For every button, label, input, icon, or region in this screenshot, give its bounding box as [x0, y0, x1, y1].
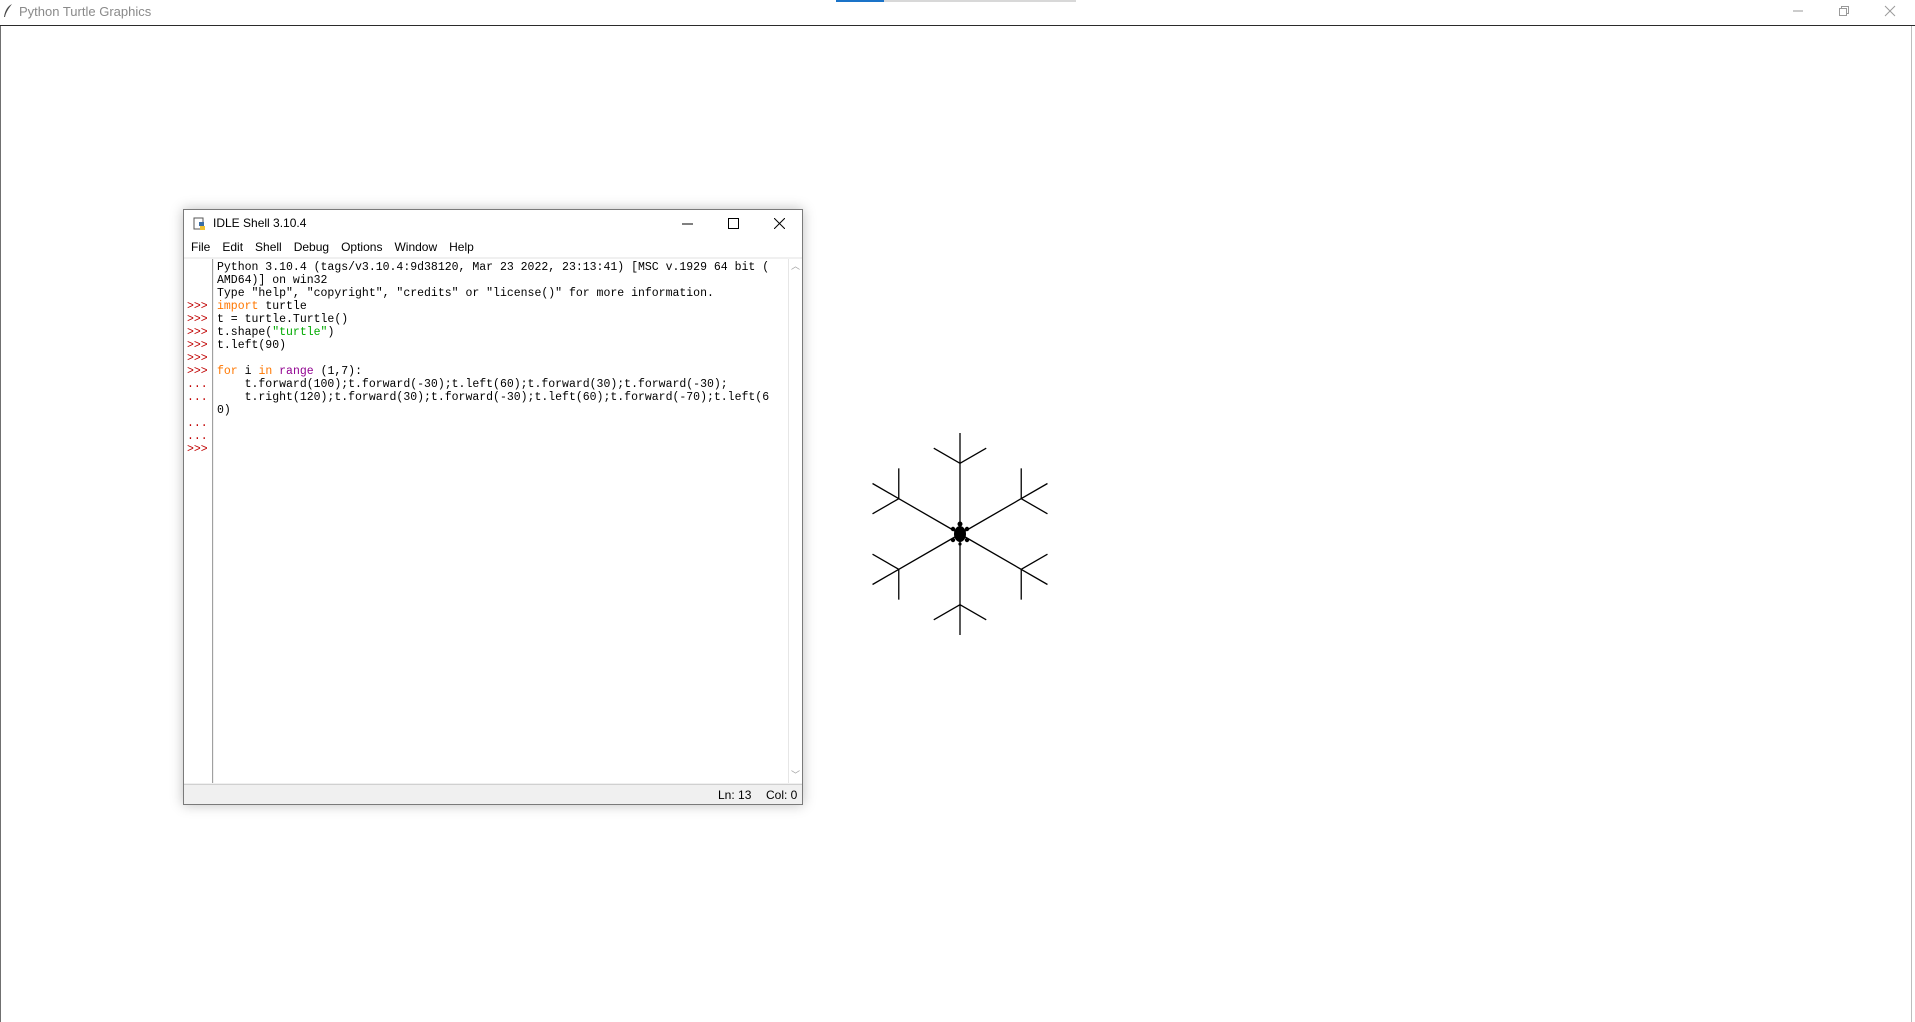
status-col: Col: 0: [766, 788, 798, 802]
shell-line: t.right(120);t.forward(30);t.forward(-30…: [217, 391, 770, 404]
restore-icon: [1839, 6, 1849, 16]
snowflake-stroke: [959, 533, 1048, 586]
title-progress-fill: [836, 0, 884, 2]
idle-close-button[interactable]: [756, 210, 802, 237]
shell-line: t = turtle.Turtle(): [217, 313, 349, 326]
scroll-up-icon[interactable]: ︿: [791, 262, 800, 271]
shell-prompt: >>>: [187, 326, 208, 339]
turtle-window-titlebar[interactable]: Python Turtle Graphics: [0, 0, 1915, 26]
title-progress-bar: [836, 0, 1076, 2]
shell-line: t.left(90): [217, 339, 287, 352]
turtle-cursor-icon: [950, 521, 970, 546]
minimize-button[interactable]: [1776, 0, 1820, 22]
idle-window-title: IDLE Shell 3.10.4: [213, 216, 307, 230]
shell-prompt: >>>: [187, 365, 208, 378]
idle-titlebar[interactable]: IDLE Shell 3.10.4: [184, 210, 802, 237]
shell-prompt: >>>: [187, 339, 208, 352]
minimize-icon: [1793, 10, 1803, 12]
snowflake-stroke: [959, 482, 1048, 535]
shell-line: AMD64)] on win32: [217, 274, 328, 287]
shell-prompt: ...: [187, 391, 208, 404]
menu-help[interactable]: Help: [443, 237, 480, 257]
shell-prompt: >>>: [187, 352, 208, 365]
menu-options[interactable]: Options: [335, 237, 388, 257]
menu-debug[interactable]: Debug: [288, 237, 335, 257]
minimize-icon: [681, 223, 693, 225]
idle-menubar: File Edit Shell Debug Options Window Hel…: [184, 237, 802, 257]
close-button[interactable]: [1868, 0, 1912, 22]
snowflake-stroke: [933, 604, 961, 621]
snowflake-stroke: [872, 533, 961, 586]
shell-line: Type "help", "copyright", "credits" or "…: [217, 287, 714, 300]
shell-line: t.forward(100);t.forward(-30);t.left(60)…: [217, 378, 728, 391]
feather-icon: [4, 4, 12, 17]
menu-edit[interactable]: Edit: [216, 237, 249, 257]
shell-line: import turtle: [217, 300, 307, 313]
python-idle-icon: [193, 217, 205, 230]
snowflake-stroke: [872, 482, 961, 535]
shell-line: Python 3.10.4 (tags/v3.10.4:9d38120, Mar…: [217, 261, 770, 274]
snowflake-stroke: [959, 604, 987, 621]
turtle-window-title: Python Turtle Graphics: [19, 4, 152, 19]
vertical-scrollbar[interactable]: ︿ ﹀: [788, 259, 802, 783]
menu-file[interactable]: File: [184, 237, 216, 257]
menu-window[interactable]: Window: [388, 237, 443, 257]
status-line: Ln: 13: [718, 788, 752, 802]
maximize-icon: [727, 218, 739, 229]
snowflake-stroke: [1020, 498, 1048, 515]
shell-prompt: >>>: [187, 313, 208, 326]
shell-line: for i in range (1,7):: [217, 365, 362, 378]
snowflake-stroke: [1020, 553, 1048, 570]
idle-minimize-button[interactable]: [664, 210, 710, 237]
snowflake-stroke: [872, 498, 900, 515]
shell-prompt: >>>: [187, 443, 208, 456]
shell-prompt: ...: [187, 378, 208, 391]
snowflake-stroke: [872, 553, 900, 570]
close-icon: [773, 218, 785, 229]
shell-prompt: >>>: [187, 300, 208, 313]
restore-button[interactable]: [1822, 0, 1866, 22]
shell-line: t.shape("turtle"): [217, 326, 335, 339]
shell-prompt: ...: [187, 417, 208, 430]
prompt-gutter: >>> >>> >>> >>> >>> >>>............ >>>: [184, 259, 213, 783]
idle-shell-window[interactable]: IDLE Shell 3.10.4 File Edit Shell Debug …: [183, 209, 803, 805]
shell-text-area[interactable]: Python 3.10.4 (tags/v3.10.4:9d38120, Mar…: [214, 259, 788, 783]
idle-statusbar: Ln: 13 Col: 0: [184, 784, 802, 804]
scroll-down-icon[interactable]: ﹀: [791, 771, 800, 780]
idle-maximize-button[interactable]: [710, 210, 756, 237]
shell-line: 0): [217, 404, 231, 417]
menu-shell[interactable]: Shell: [249, 237, 288, 257]
snowflake-stroke: [933, 447, 961, 464]
window-right-border: [1911, 26, 1912, 1022]
snowflake-stroke: [959, 447, 987, 464]
shell-prompt: ...: [187, 430, 208, 443]
close-icon: [1884, 5, 1896, 17]
